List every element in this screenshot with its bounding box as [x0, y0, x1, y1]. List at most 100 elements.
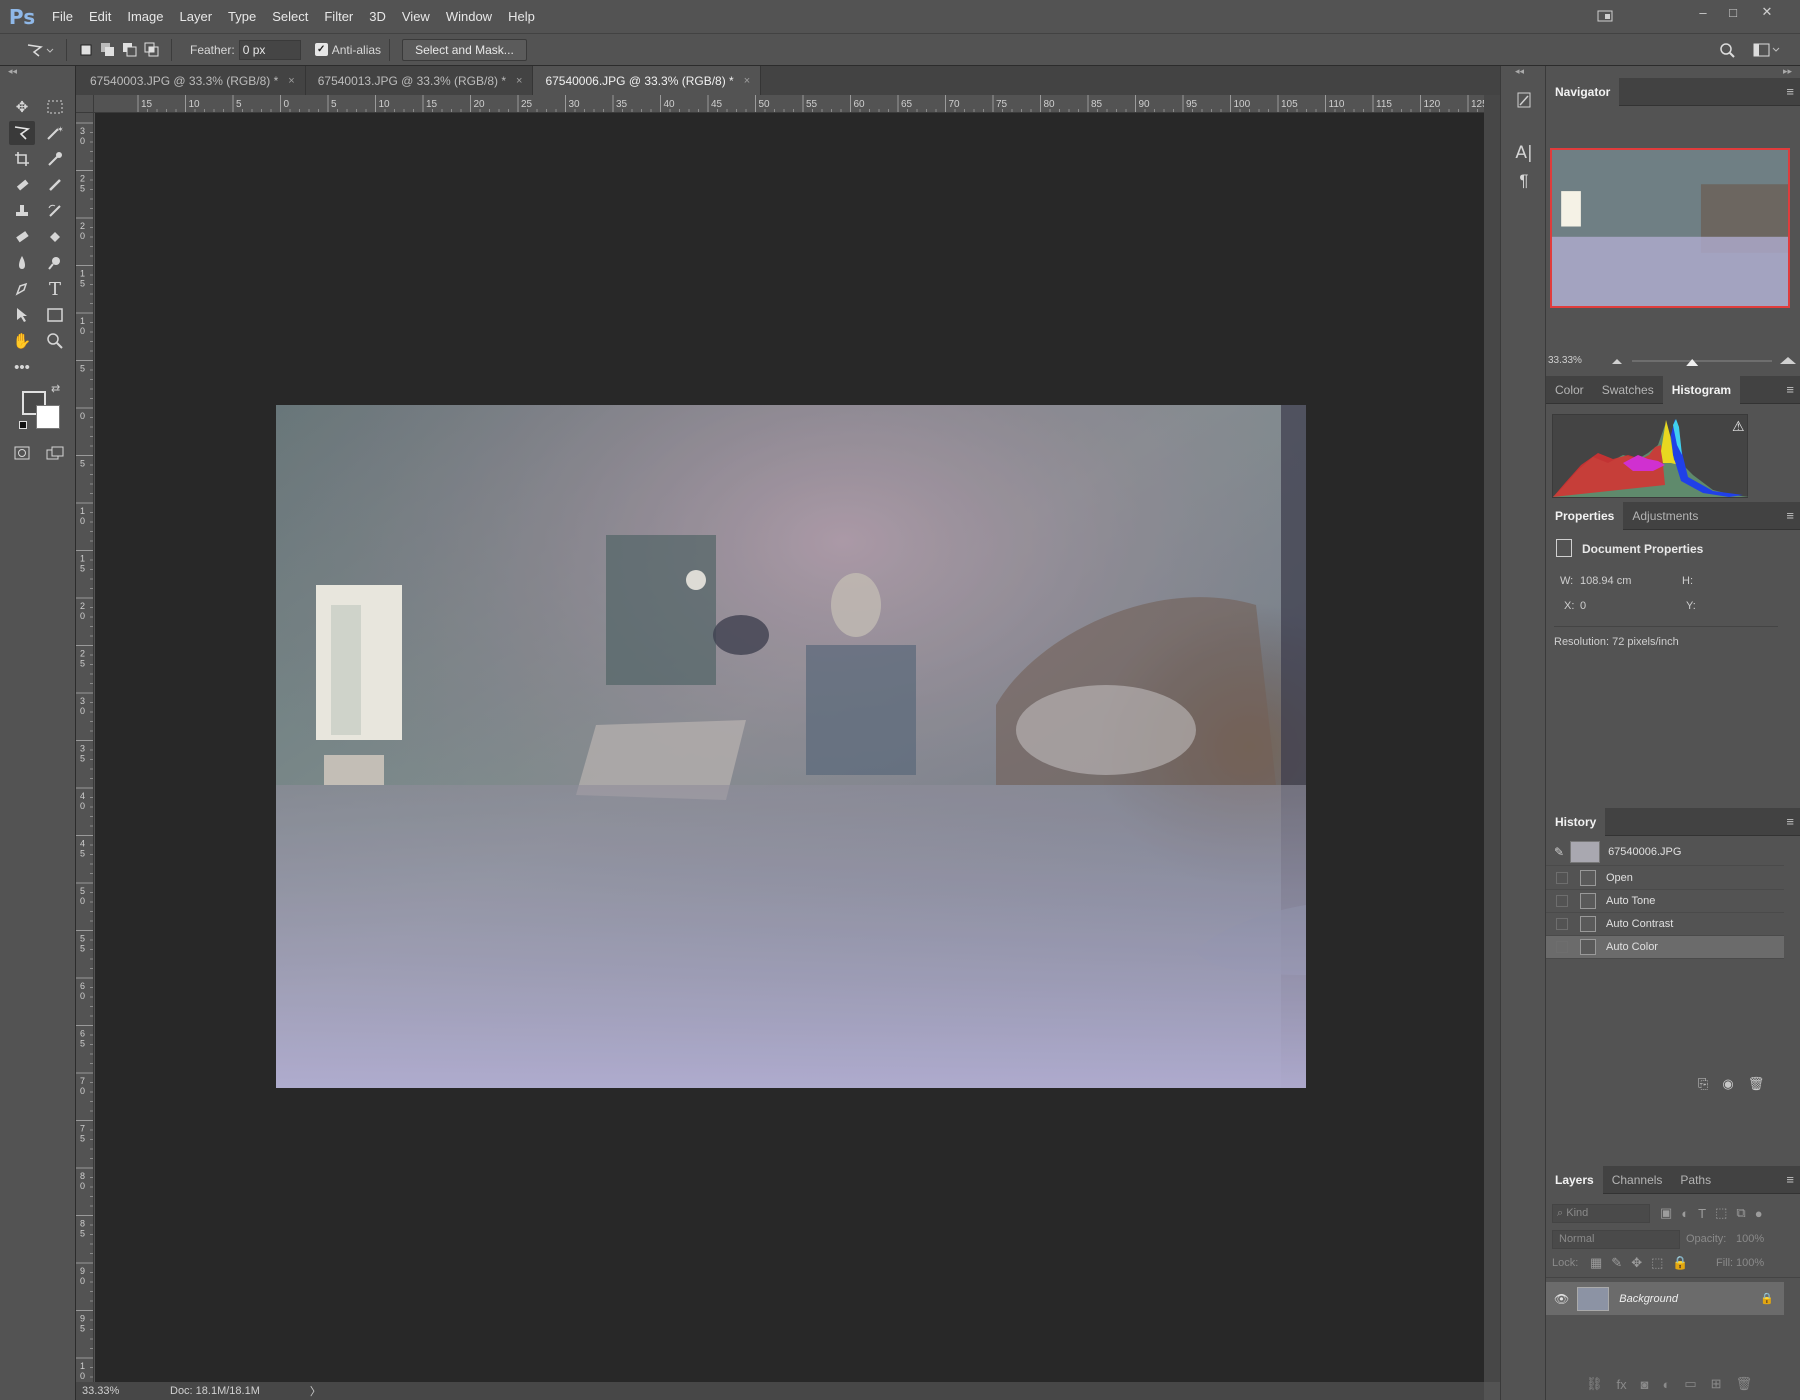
lock-artboard-icon[interactable]: ⬚: [1651, 1255, 1663, 1271]
paragraph-panel-icon[interactable]: ¶: [1511, 168, 1537, 194]
filter-type-icon[interactable]: T: [1698, 1206, 1706, 1221]
background-color-swatch[interactable]: [36, 405, 60, 429]
swap-colors-icon[interactable]: ⇄: [51, 382, 60, 395]
collapse-arrows-icon[interactable]: ◂◂: [1515, 66, 1524, 77]
adjustment-layer-icon[interactable]: ◐: [1663, 1377, 1671, 1392]
menu-help[interactable]: Help: [500, 0, 543, 33]
more-tools-icon[interactable]: •••: [9, 355, 35, 379]
history-source-checkbox[interactable]: [1556, 918, 1568, 930]
new-layer-icon[interactable]: ⊞: [1711, 1376, 1722, 1392]
tab-color[interactable]: Color: [1546, 376, 1593, 404]
tab-layers[interactable]: Layers: [1546, 1165, 1603, 1194]
menu-image[interactable]: Image: [119, 0, 171, 33]
filter-pixel-icon[interactable]: ▣: [1660, 1205, 1672, 1221]
close-tab-icon[interactable]: ×: [744, 75, 750, 87]
search-icon[interactable]: [1716, 39, 1738, 61]
layer-filter-kind[interactable]: ⌕ Kind: [1552, 1204, 1650, 1223]
navigator-thumbnail[interactable]: [1550, 148, 1790, 308]
opacity-value[interactable]: 100%: [1736, 1233, 1764, 1245]
subtract-selection-icon[interactable]: [119, 39, 141, 61]
tab-adjustments[interactable]: Adjustments: [1623, 502, 1707, 530]
tab-navigator[interactable]: Navigator: [1546, 77, 1620, 106]
eyedropper-tool-icon[interactable]: [42, 147, 68, 171]
minimize-button[interactable]: –: [1688, 0, 1718, 24]
blur-tool-icon[interactable]: [9, 251, 35, 275]
filter-shape-icon[interactable]: ⬚: [1715, 1205, 1727, 1221]
rectangle-tool-icon[interactable]: [42, 303, 68, 327]
tab-swatches[interactable]: Swatches: [1593, 376, 1663, 404]
maximize-button[interactable]: □: [1718, 0, 1748, 24]
tab-histogram[interactable]: Histogram: [1662, 375, 1741, 404]
history-source-checkbox[interactable]: [1556, 872, 1568, 884]
new-selection-icon[interactable]: [75, 39, 97, 61]
tab-properties[interactable]: Properties: [1546, 501, 1624, 530]
lasso-tool-preset-icon[interactable]: [22, 39, 58, 61]
warning-icon[interactable]: ⚠: [1732, 418, 1745, 435]
delete-icon[interactable]: 🗑: [1748, 1076, 1765, 1092]
dodge-tool-icon[interactable]: [42, 251, 68, 275]
menu-window[interactable]: Window: [438, 0, 500, 33]
tab-67540003[interactable]: 67540003.JPG @ 33.3% (RGB/8) * ×: [76, 66, 306, 95]
workspace-switcher-icon[interactable]: [1752, 39, 1782, 61]
panel-menu-icon[interactable]: ≡: [1786, 382, 1794, 397]
zoom-in-icon[interactable]: [1780, 357, 1796, 364]
filter-smart-object-icon[interactable]: ⧉: [1736, 1205, 1745, 1221]
history-item[interactable]: Auto Tone: [1546, 890, 1784, 913]
add-selection-icon[interactable]: [97, 39, 119, 61]
history-brush-source-icon[interactable]: ✎: [1554, 845, 1564, 859]
history-item[interactable]: Auto Contrast: [1546, 913, 1784, 936]
tab-paths[interactable]: Paths: [1671, 1166, 1720, 1194]
panel-menu-icon[interactable]: ≡: [1786, 814, 1794, 829]
clone-stamp-tool-icon[interactable]: [9, 199, 35, 223]
expand-arrows-icon[interactable]: ▸▸: [1783, 66, 1792, 77]
history-source-checkbox[interactable]: [1556, 941, 1568, 953]
status-menu-arrow[interactable]: 〉: [310, 1383, 321, 1399]
paint-bucket-tool-icon[interactable]: [42, 225, 68, 249]
panel-menu-icon[interactable]: ≡: [1786, 84, 1794, 99]
close-tab-icon[interactable]: ×: [288, 75, 294, 87]
history-snapshot[interactable]: ✎ 67540006.JPG: [1546, 838, 1784, 866]
path-selection-tool-icon[interactable]: [9, 303, 35, 327]
intersect-selection-icon[interactable]: [141, 39, 163, 61]
history-item[interactable]: Open: [1546, 867, 1784, 890]
history-brush-tool-icon[interactable]: [42, 199, 68, 223]
brush-presets-icon[interactable]: [1511, 88, 1537, 114]
pen-tool-icon[interactable]: [9, 277, 35, 301]
menu-file[interactable]: File: [44, 0, 81, 33]
type-tool-icon[interactable]: T: [42, 277, 68, 301]
menu-layer[interactable]: Layer: [172, 0, 221, 33]
workspace-icon[interactable]: [1590, 4, 1620, 28]
navigator-zoom-slider[interactable]: [1612, 353, 1798, 367]
tab-67540006[interactable]: 67540006.JPG @ 33.3% (RGB/8) * ×: [533, 66, 762, 95]
canvas-area[interactable]: [95, 113, 1484, 1382]
filter-adjustment-icon[interactable]: ◐: [1681, 1206, 1689, 1221]
magic-wand-tool-icon[interactable]: ✶: [42, 121, 68, 145]
crop-tool-icon[interactable]: [9, 147, 35, 171]
lock-transparent-icon[interactable]: ▦: [1590, 1255, 1602, 1271]
panel-menu-icon[interactable]: ≡: [1786, 1172, 1794, 1187]
brush-tool-icon[interactable]: [42, 173, 68, 197]
feather-input[interactable]: [238, 39, 301, 60]
vertical-scrollbar[interactable]: [1484, 95, 1500, 1382]
collapse-arrows-icon[interactable]: ◂◂: [8, 66, 17, 77]
quick-mask-icon[interactable]: [9, 441, 35, 465]
visibility-eye-icon[interactable]: 👁: [1554, 1292, 1569, 1306]
filter-toggle-icon[interactable]: ●: [1755, 1206, 1763, 1221]
menu-select[interactable]: Select: [264, 0, 316, 33]
move-tool-icon[interactable]: ✥: [9, 95, 35, 119]
x-value[interactable]: 0: [1580, 600, 1586, 612]
navigator-zoom-value[interactable]: 33.33%: [1548, 355, 1582, 366]
zoom-level[interactable]: 33.33%: [82, 1385, 152, 1397]
menu-type[interactable]: Type: [220, 0, 264, 33]
hand-tool-icon[interactable]: ✋: [9, 329, 35, 353]
width-value[interactable]: 108.94 cm: [1580, 575, 1631, 587]
menu-view[interactable]: View: [394, 0, 438, 33]
ruler-origin[interactable]: [76, 95, 94, 113]
lock-all-icon[interactable]: 🔒: [1672, 1255, 1688, 1271]
eraser-tool-icon[interactable]: [9, 225, 35, 249]
screen-mode-icon[interactable]: [42, 441, 68, 465]
panel-menu-icon[interactable]: ≡: [1786, 508, 1794, 523]
add-mask-icon[interactable]: ◙: [1641, 1377, 1649, 1392]
history-item-selected[interactable]: Auto Color: [1546, 936, 1784, 959]
blend-mode-select[interactable]: Normal: [1552, 1230, 1680, 1249]
